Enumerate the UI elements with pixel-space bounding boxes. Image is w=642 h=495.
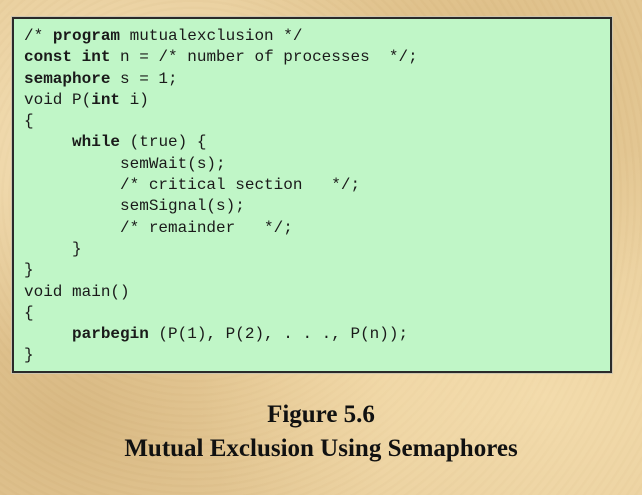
code-text: } xyxy=(24,346,34,365)
code-text: } xyxy=(24,261,34,280)
code-keyword: semaphore xyxy=(24,69,111,88)
code-text: semWait(s); xyxy=(24,154,226,173)
code-keyword: parbegin xyxy=(72,325,149,344)
code-keyword: int xyxy=(91,90,121,109)
code-line: semWait(s); xyxy=(24,154,418,175)
code-text: (true) { xyxy=(120,133,207,152)
code-line: void P(int i) xyxy=(24,90,418,111)
code-text: n = /* number of processes */; xyxy=(110,48,418,67)
code-text: } xyxy=(24,239,82,258)
code-line: parbegin (P(1), P(2), . . ., P(n)); xyxy=(24,324,418,345)
code-listing: /* program mutualexclusion */const int n… xyxy=(24,26,418,367)
code-line: } xyxy=(24,260,418,281)
code-line: { xyxy=(24,111,418,132)
code-text: mutualexclusion */ xyxy=(120,27,303,45)
code-text: void P( xyxy=(24,90,92,109)
code-line: void main() xyxy=(24,282,418,303)
code-text: /* remainder */; xyxy=(24,218,293,237)
code-text: ( xyxy=(148,325,169,344)
code-text: /* xyxy=(24,27,53,45)
figure-caption: Figure 5.6 Mutual Exclusion Using Semaph… xyxy=(0,398,642,466)
code-text: P(1), P(2), . . ., P(n)); xyxy=(168,325,409,344)
code-line: /* program mutualexclusion */ xyxy=(24,26,418,47)
figure-title: Mutual Exclusion Using Semaphores xyxy=(124,435,518,462)
code-text: s = 1; xyxy=(110,69,178,88)
code-text: i) xyxy=(120,90,149,109)
code-line: } xyxy=(24,239,418,260)
code-line: } xyxy=(24,345,418,366)
code-line: /* critical section */; xyxy=(24,175,418,196)
figure-label: Figure 5.6 xyxy=(267,401,375,428)
code-text: { xyxy=(24,112,34,131)
code-keyword: program xyxy=(52,27,121,45)
code-line: semSignal(s); xyxy=(24,196,418,217)
code-keyword: int xyxy=(81,48,111,67)
code-keyword: while xyxy=(72,133,121,152)
code-line: while (true) { xyxy=(24,132,418,153)
code-line: const int n = /* number of processes */; xyxy=(24,47,418,68)
code-text: /* critical section */; xyxy=(24,176,361,195)
code-text: void main() xyxy=(24,282,130,301)
code-line: semaphore s = 1; xyxy=(24,69,418,90)
code-line: /* remainder */; xyxy=(24,218,418,239)
code-listing-box: /* program mutualexclusion */const int n… xyxy=(12,17,612,373)
code-line: { xyxy=(24,303,418,324)
code-keyword: const xyxy=(24,48,73,67)
code-text: semSignal(s); xyxy=(24,197,245,216)
code-text: { xyxy=(24,303,34,322)
